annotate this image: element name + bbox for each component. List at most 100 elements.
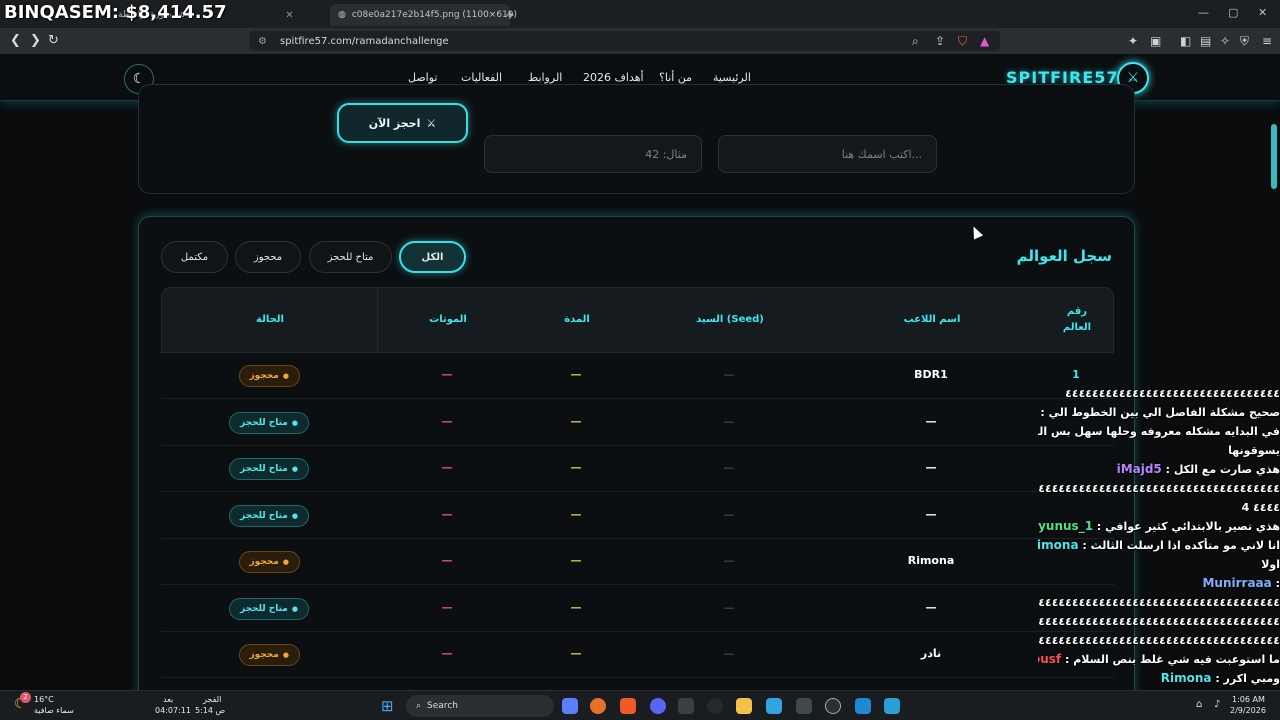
worlds-table: رقم العالم اسم اللاعب السيد (Seed) المدة…: [161, 287, 1114, 690]
nav-links[interactable]: الروابط: [528, 71, 562, 84]
forward-icon[interactable]: ❯: [30, 33, 41, 48]
player-name-input[interactable]: اكتب اسمك هنا...: [718, 135, 937, 173]
taskbar-search[interactable]: ⌕ Search: [406, 695, 554, 717]
chat-message: ٤٤٤٤٤٤٤٤٤٤٤٤٤٤٤٤٤٤٤٤٤٤٤٤٤٤٤٤٤٤٤٤٤٤٤٤٤٤: [1038, 612, 1280, 631]
chat-username[interactable]: yunus_1: [1038, 519, 1093, 533]
cell-player: BDR1: [914, 368, 948, 381]
menu-icon[interactable]: ≡: [1262, 34, 1272, 48]
chat-message: هذي صارت مع الكل : iMajd5: [1038, 460, 1280, 479]
nav-home[interactable]: الرئيسية: [713, 71, 751, 84]
chat-message: انا لاني مو متأكده اذا ارسلت الثالث : Ri…: [1038, 536, 1280, 555]
discord-icon[interactable]: [650, 698, 666, 714]
url-text: spitfire57.com/ramadanchallenge: [280, 35, 449, 47]
chat-message: ومبي اكرر : Rimona: [1038, 669, 1280, 688]
status-badge: محجوز ●: [238, 365, 300, 387]
cell-deaths: —: [441, 368, 453, 381]
chat-text: ٤٤٤٤٤٤٤٤٤٤٤٤٤٤٤٤٤٤٤٤٤٤٤٤٤٤٤٤٤٤٤٤٤٤٤٤٤٤: [1038, 634, 1280, 647]
page-scrollbar[interactable]: [1271, 124, 1277, 189]
tabs-icon[interactable]: ▣: [1150, 34, 1161, 48]
chat-username[interactable]: llYousf: [1038, 652, 1061, 666]
prayer-name: الفجر: [203, 695, 222, 704]
cell-duration: —: [570, 368, 582, 381]
seed-input[interactable]: مثال: 42: [484, 135, 702, 173]
status-label: محجوز: [249, 650, 279, 660]
extensions-icon[interactable]: ✦: [1128, 34, 1138, 48]
cell-deaths: —: [441, 414, 453, 428]
chat-username[interactable]: Munirraaa: [1202, 576, 1271, 590]
leo-icon[interactable]: ✧: [1220, 34, 1230, 48]
chat-text: ما استوعبت فيه شي غلط بنص السلام: [1073, 653, 1280, 666]
status-dot-icon: ●: [282, 372, 289, 380]
chat-separator: :: [1061, 653, 1074, 666]
minimize-icon[interactable]: —: [1198, 6, 1209, 19]
chat-text: ٤٤٤٤٤٤٤٤٤٤٤٤٤٤٤٤٤٤٤٤٤٤٤٤٤٤٤٤٤٤٤٤: [1065, 387, 1280, 400]
sidebar-icon[interactable]: ◧: [1180, 34, 1191, 48]
filter-complete[interactable]: مكتمل: [161, 241, 228, 273]
site-info-icon[interactable]: ⚙: [258, 36, 267, 47]
chat-separator: :: [1078, 539, 1091, 552]
cell-seed: —: [723, 554, 735, 567]
chat-username[interactable]: iMajd5: [1117, 462, 1162, 476]
chat-text: يسوقونها: [1228, 444, 1280, 457]
wallet-icon[interactable]: ▤: [1200, 34, 1211, 48]
zoom-icon[interactable]: ⌕: [912, 34, 919, 49]
filter-reserved[interactable]: محجوز: [235, 241, 301, 273]
cell-player: Rimona: [907, 554, 955, 567]
back-icon[interactable]: ❮: [10, 33, 21, 48]
url-field[interactable]: ⚙ spitfire57.com/ramadanchallenge: [250, 31, 1000, 51]
chat-text: اولا: [1261, 558, 1280, 571]
reload-icon[interactable]: ↻: [48, 33, 59, 48]
volume-icon[interactable]: ♪: [1214, 699, 1220, 710]
notification-badge: 2: [20, 692, 31, 703]
stream-overlay-title: BINQASEM: $8,414.57: [4, 2, 227, 23]
book-now-button[interactable]: احجز الآن ⚔: [337, 103, 468, 143]
chat-text: ٤٤٤٤٤٤٤٤٤٤٤٤٤٤٤٤٤٤٤٤٤٤٤٤٤٤٤٤٤٤٤٤٤٤٤٤٤٤: [1038, 482, 1280, 495]
nav-events[interactable]: الفعاليات: [461, 71, 502, 84]
copilot-icon[interactable]: [562, 698, 578, 714]
github-icon[interactable]: [707, 698, 723, 714]
rewards-icon[interactable]: ▲: [980, 34, 989, 48]
excel-icon[interactable]: [796, 698, 812, 714]
worlds-log-card: سجل العوالم الكل متاح للحجز محجوز مكتمل …: [138, 216, 1135, 690]
file-explorer-icon[interactable]: [736, 698, 752, 714]
chat-text: انا لاني مو متأكده اذا ارسلت الثالث: [1090, 539, 1280, 552]
cell-player: —: [925, 414, 937, 428]
filter-available[interactable]: متاح للحجز: [309, 241, 392, 273]
share-icon[interactable]: ⇪: [935, 34, 945, 48]
vscode-icon[interactable]: [855, 698, 871, 714]
status-badge: متاح للحجز ●: [229, 597, 309, 620]
nav-about[interactable]: من أنا؟: [659, 71, 692, 84]
maximize-icon[interactable]: ▢: [1228, 6, 1238, 19]
close-tab-icon[interactable]: ✕: [285, 10, 293, 21]
brave-shield-icon[interactable]: ⛉: [958, 34, 967, 49]
vpn-icon[interactable]: ⛨: [1240, 34, 1249, 49]
nav-goals-2026[interactable]: أهداف 2026: [583, 71, 644, 84]
cell-player: —: [925, 600, 937, 614]
brave-icon[interactable]: [620, 698, 636, 714]
filter-all[interactable]: الكل: [399, 241, 466, 273]
cell-duration: —: [570, 600, 582, 614]
browser-tab-active[interactable]: ◍ c08e0a217e2b14f5.png (1100×619): [330, 4, 517, 26]
table-row: Rimona — — — محجوز ●: [161, 539, 1114, 585]
windows-start-icon[interactable]: ⊞: [381, 697, 394, 715]
chat-username[interactable]: Rimona: [1161, 671, 1212, 685]
status-label: محجوز: [249, 557, 279, 567]
obs-icon[interactable]: [678, 698, 694, 714]
chat-message: هذي تصير بالابتدائي كثير عوافي : yunus_1: [1038, 517, 1280, 536]
chat-username[interactable]: Rimona: [1038, 538, 1079, 552]
prayer-time: 5:14 ص: [195, 706, 226, 715]
close-window-icon[interactable]: ✕: [1258, 6, 1267, 19]
cell-duration: —: [570, 461, 582, 474]
chat-text: ٤٤٤٤٤٤٤٤٤٤٤٤٤٤٤٤٤٤٤٤٤٤٤٤٤٤٤٤٤٤٤٤٤٤٤٤٤٤: [1038, 596, 1280, 609]
app-icon[interactable]: [766, 698, 782, 714]
status-dot-icon: ●: [291, 604, 298, 613]
cell-deaths: —: [441, 554, 453, 567]
cell-deaths: —: [441, 647, 453, 660]
chrome-icon[interactable]: [825, 698, 841, 714]
new-tab-button[interactable]: +: [497, 4, 523, 26]
crossed-swords-icon: ⚔: [426, 116, 437, 130]
app-icon-2[interactable]: [884, 698, 900, 714]
firefox-icon[interactable]: [590, 698, 606, 714]
network-icon[interactable]: ⌂: [1196, 699, 1202, 710]
nav-contact[interactable]: تواصل: [408, 71, 437, 84]
